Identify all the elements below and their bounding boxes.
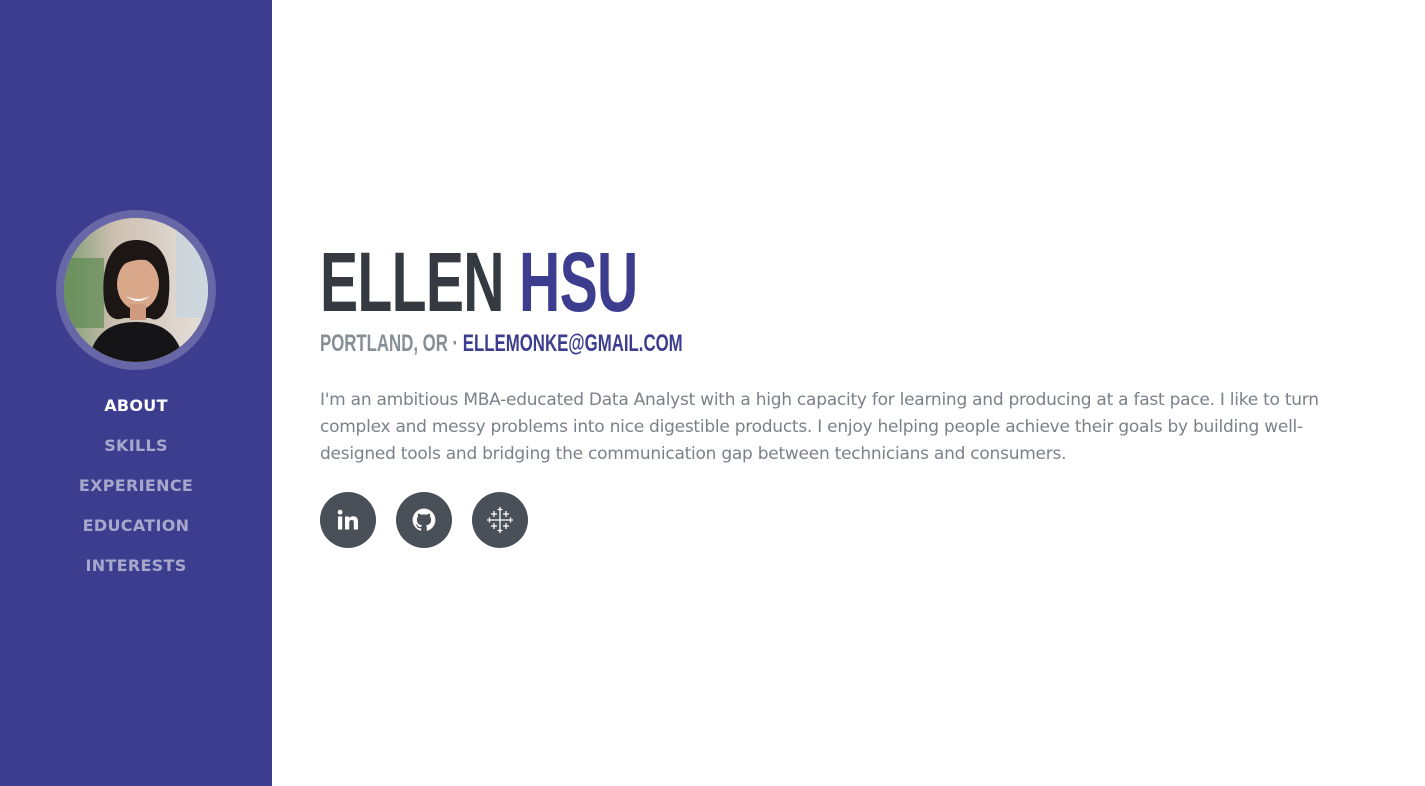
nav-item-skills[interactable]: SKILLS: [0, 424, 272, 464]
tableau-icon[interactable]: [472, 492, 528, 548]
social-icons: [320, 492, 528, 548]
last-name: HSU: [519, 235, 638, 329]
nav-item-interests[interactable]: INTERESTS: [0, 544, 272, 584]
github-icon[interactable]: [396, 492, 452, 548]
linkedin-icon[interactable]: [320, 492, 376, 548]
about-section: ELLEN HSU PORTLAND, OR · ELLEMONKE@GMAIL…: [320, 0, 1380, 786]
sidebar: ABOUT SKILLS EXPERIENCE EDUCATION INTERE…: [0, 0, 272, 786]
bio: I'm an ambitious MBA-educated Data Analy…: [320, 390, 1319, 464]
nav-item-experience[interactable]: EXPERIENCE: [0, 464, 272, 504]
separator: ·: [452, 330, 459, 357]
first-name: ELLEN: [320, 235, 505, 329]
sidebar-nav: ABOUT SKILLS EXPERIENCE EDUCATION INTERE…: [0, 384, 272, 584]
email-link[interactable]: ELLEMONKE@GMAIL.COM: [463, 330, 683, 357]
contact-line: PORTLAND, OR · ELLEMONKE@GMAIL.COM: [320, 330, 683, 358]
nav-item-about[interactable]: ABOUT: [0, 384, 272, 424]
location: PORTLAND, OR: [320, 330, 448, 357]
avatar-ring: [56, 210, 216, 370]
page-title: ELLEN HSU: [320, 240, 638, 324]
avatar: [64, 218, 208, 362]
nav-item-education[interactable]: EDUCATION: [0, 504, 272, 544]
